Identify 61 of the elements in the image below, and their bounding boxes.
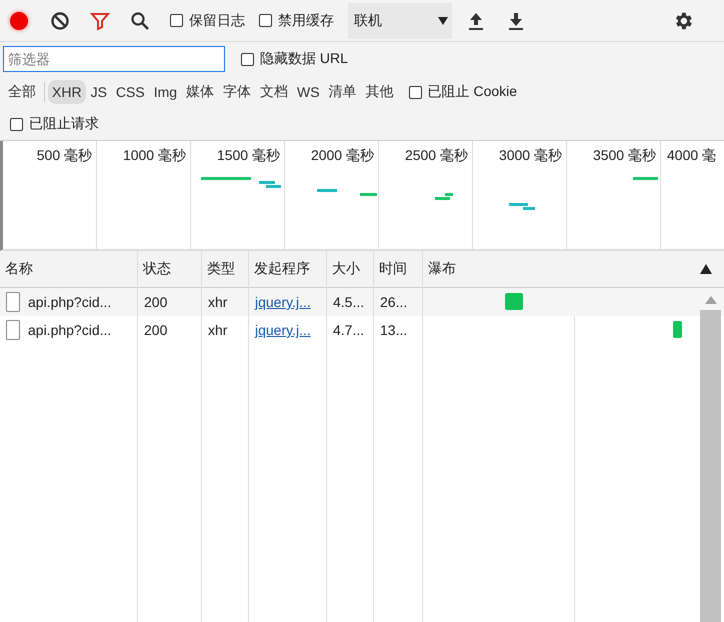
checkbox-label: 保留日志 <box>189 12 245 30</box>
timeline-tick-label: 1000 毫秒 <box>122 147 186 163</box>
type-filter-button[interactable]: 全部 <box>4 79 40 105</box>
column-header[interactable]: 大小 <box>327 251 373 288</box>
table-cell: xhr <box>208 322 228 338</box>
checkbox[interactable] <box>10 118 23 130</box>
checkbox-label: 禁用缓存 <box>278 12 334 30</box>
checkbox[interactable] <box>259 14 272 27</box>
type-filter-button[interactable]: JS <box>86 80 111 104</box>
search-icon[interactable] <box>130 10 150 30</box>
document-icon <box>6 320 20 340</box>
initiator-link[interactable]: jquery.j... <box>255 322 311 338</box>
timeline-tick-label: 2500 毫秒 <box>404 147 468 163</box>
table-cell: 200 <box>144 322 168 338</box>
column-header[interactable]: 时间 <box>374 251 422 288</box>
timeline-tick-label: 3000 毫秒 <box>498 147 562 163</box>
document-icon <box>6 292 20 312</box>
clear-icon[interactable] <box>50 10 70 30</box>
filter-input[interactable]: 筛选器 <box>3 46 225 72</box>
type-filter-button[interactable]: WS <box>293 80 324 104</box>
type-filter-button[interactable]: 文档 <box>256 79 292 105</box>
table-cell: api.php?cid... <box>28 294 112 310</box>
checkbox[interactable] <box>170 14 183 27</box>
column-header[interactable]: 状态 <box>138 251 201 288</box>
download-icon[interactable] <box>506 10 526 30</box>
type-filter-button[interactable]: 其他 <box>362 79 398 105</box>
record-icon[interactable] <box>10 12 28 30</box>
checkbox-label: 已阻止请求 <box>29 115 99 133</box>
timeline-tick-label: 3500 毫秒 <box>592 147 656 163</box>
type-filter-button[interactable]: Img <box>150 80 182 104</box>
column-header[interactable]: 名称 <box>0 251 137 288</box>
filter-icon[interactable] <box>90 10 110 30</box>
column-header[interactable]: 类型 <box>202 251 248 288</box>
table-cell: 4.5... <box>333 294 364 310</box>
column-header[interactable]: 瀑布 <box>423 251 724 288</box>
timeline-tick-label: 1500 毫秒 <box>216 147 280 163</box>
column-header[interactable]: 发起程序 <box>249 251 326 288</box>
table-cell: xhr <box>208 294 228 310</box>
table-cell: api.php?cid... <box>28 322 112 338</box>
throttling-dropdown[interactable]: 联机 <box>348 2 452 38</box>
timeline-tick-label: 2000 毫秒 <box>310 147 374 163</box>
type-filter-button[interactable]: 字体 <box>219 79 256 105</box>
checkbox[interactable] <box>241 52 254 66</box>
type-filter-button[interactable]: XHR <box>48 80 86 104</box>
table-cell: 4.7... <box>333 322 364 338</box>
checkbox-label: 隐藏数据 URL <box>260 50 348 68</box>
waterfall-bar <box>505 293 523 310</box>
table-cell: 13... <box>380 322 408 338</box>
checkbox[interactable] <box>408 86 422 98</box>
table-cell: 200 <box>144 294 168 310</box>
timeline-tick-label: 4000 毫 <box>667 147 716 163</box>
waterfall-bar <box>673 321 682 338</box>
table-cell: 26... <box>380 294 408 310</box>
type-filter-button[interactable]: 清单 <box>324 79 361 105</box>
timeline-tick-label: 500 毫秒 <box>36 147 92 163</box>
type-filter-button[interactable]: 媒体 <box>182 79 218 105</box>
sort-arrow-icon[interactable] <box>700 264 712 274</box>
checkbox-label: 已阻止 Cookie <box>428 83 518 101</box>
caret-icon <box>438 16 448 24</box>
type-filter-button[interactable]: CSS <box>112 80 149 104</box>
upload-icon[interactable] <box>466 10 486 30</box>
